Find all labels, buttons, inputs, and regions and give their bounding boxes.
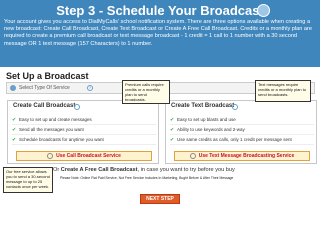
call-broadcast-card: Create Call Broadcast ✔ Easy to set up an…	[7, 100, 159, 164]
feature-text: Easy to set up and create messages	[19, 117, 92, 122]
text-broadcast-card: Create Text Broadcast ✔ Easy to set up bl…	[165, 100, 317, 164]
free-broadcast-line: Or Create A Free Call Broadcast, in case…	[53, 167, 235, 173]
list-item: ✔ Easy to set up and create messages	[12, 115, 156, 125]
text-help-icon[interactable]	[232, 104, 238, 110]
notice-text: Please Note: Online Flat Paid Service, N…	[60, 176, 234, 180]
use-text-broadcast-button[interactable]: Use Text Message Broadcasting Service	[174, 151, 310, 161]
page-title: Step 3 - Schedule Your Broadcast	[56, 3, 264, 18]
intro-text: Your account gives you access to DialMyC…	[4, 19, 313, 47]
button-label: Use Text Message Broadcasting Service	[198, 153, 295, 159]
header-banner: Step 3 - Schedule Your Broadcast Your ac…	[0, 0, 320, 67]
call-help-icon[interactable]	[74, 104, 80, 110]
service-type-label: Select Type Of Service	[19, 85, 70, 91]
list-item: ✔ Easy to set up blasts and use	[170, 115, 314, 125]
call-tooltip: Premium calls require credits or a month…	[122, 80, 170, 104]
check-icon: ✔	[12, 117, 17, 123]
radio-icon	[189, 152, 196, 159]
check-icon: ✔	[12, 137, 17, 143]
call-card-title: Create Call Broadcast	[13, 103, 76, 109]
use-call-broadcast-button[interactable]: Use Call Broadcast Service	[16, 151, 152, 161]
help-icon[interactable]: ?	[87, 85, 93, 91]
list-item: ✔ Use same credits as calls, only 1 credi…	[170, 135, 314, 145]
list-item: ✔ Ability to use keywords and 2-way	[170, 125, 314, 135]
globe-icon	[257, 4, 270, 17]
check-icon: ✔	[170, 127, 175, 133]
text-tooltip: Text messages require credits or a month…	[255, 80, 311, 102]
feature-text: Send all the messages you want	[19, 127, 84, 132]
feature-text: Use same credits as calls, only 1 credit…	[177, 137, 292, 142]
button-label: Use Call Broadcast Service	[56, 153, 121, 159]
feature-text: Easy to set up blasts and use	[177, 117, 236, 122]
radio-icon	[47, 152, 54, 159]
list-item: ✔ Send all the messages you want	[12, 125, 156, 135]
list-item: ✔ Schedule broadcasts for anytime you wan…	[12, 135, 156, 145]
section-title: Set Up a Broadcast	[6, 71, 89, 81]
text-card-title: Create Text Broadcast	[171, 103, 235, 109]
free-prefix: Or	[53, 167, 60, 173]
feature-text: Schedule broadcasts for anytime you want	[19, 137, 104, 142]
step-marker-icon	[10, 85, 16, 91]
free-tooltip: Our free service allows you to send a 30…	[3, 167, 53, 193]
free-suffix: in case you want to try before you buy	[140, 167, 235, 173]
check-icon: ✔	[170, 117, 175, 123]
check-icon: ✔	[170, 137, 175, 143]
next-step-button[interactable]: NEXT STEP	[140, 194, 180, 204]
feature-text: Ability to use keywords and 2-way	[177, 127, 245, 132]
check-icon: ✔	[12, 127, 17, 133]
free-broadcast-link[interactable]: Create A Free Call Broadcast	[61, 167, 138, 173]
